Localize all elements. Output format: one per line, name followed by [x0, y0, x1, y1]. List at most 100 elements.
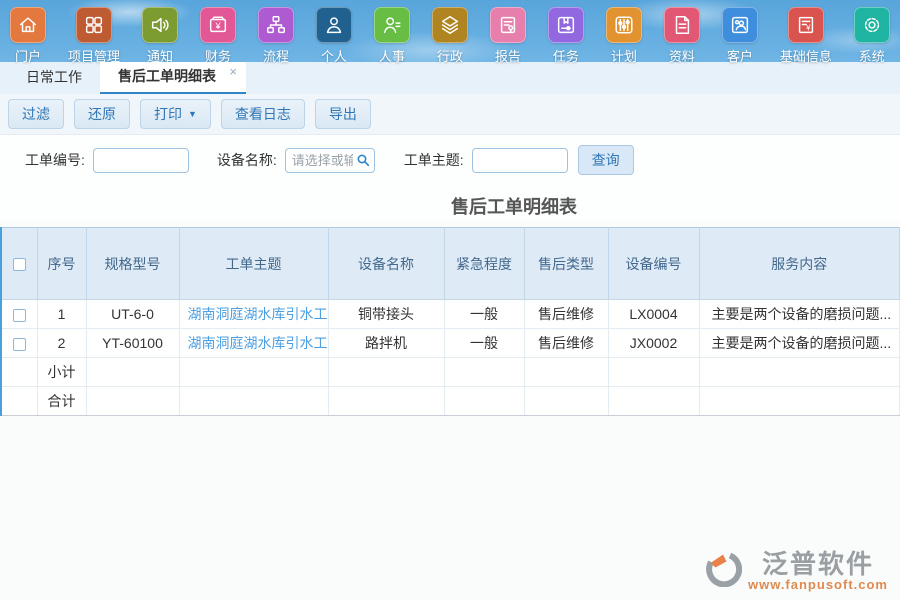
nav-label: 任务 — [553, 46, 579, 65]
home-icon — [10, 7, 46, 43]
nav-item-task[interactable]: 任务 — [548, 7, 584, 65]
project-grid-icon — [76, 7, 112, 43]
device-name-label: 设备名称: — [217, 150, 277, 170]
vendor-watermark: 泛普软件 www.fanpusoft.com — [706, 551, 888, 592]
plan-sliders-icon — [606, 7, 642, 43]
person-icon — [316, 7, 352, 43]
empty-cell — [328, 387, 444, 416]
filter-button[interactable]: 过滤 — [8, 99, 64, 129]
search-icon[interactable] — [355, 152, 371, 168]
gear-icon — [854, 7, 890, 43]
nav-item-admin[interactable]: 行政 — [432, 7, 468, 65]
cell-device-name: 铜带接头 — [328, 300, 444, 329]
nav-label: 个人 — [321, 46, 347, 65]
tab-daily-work[interactable]: 日常工作 — [8, 62, 100, 94]
nav-item-finance[interactable]: ¥ 财务 — [200, 7, 236, 65]
flowchart-icon — [258, 7, 294, 43]
top-nav: 门户 项目管理 通知 ¥ 财务 流程 — [0, 0, 900, 62]
query-button[interactable]: 查询 — [578, 145, 634, 175]
nav-item-plan[interactable]: 计划 — [606, 7, 642, 65]
nav-item-baseinfo[interactable]: ¥ 基础信息 — [780, 7, 832, 65]
cell-no: 2 — [37, 329, 86, 358]
watermark-brand: 泛普软件 — [762, 551, 874, 577]
export-button[interactable]: 导出 — [315, 99, 371, 129]
row-checkbox[interactable] — [13, 309, 26, 322]
empty-cell — [699, 358, 900, 387]
cell-model: UT-6-0 — [86, 300, 179, 329]
tab-aftersales-workorder-detail[interactable]: 售后工单明细表 × — [100, 62, 246, 94]
tab-label: 日常工作 — [26, 69, 82, 85]
nav-label: 客户 — [727, 46, 753, 65]
empty-cell — [608, 358, 699, 387]
total-row: 合计 — [1, 387, 900, 416]
close-icon[interactable]: × — [229, 65, 237, 78]
empty-cell — [1, 358, 37, 387]
nav-label: 人事 — [379, 46, 405, 65]
cell-urgency: 一般 — [444, 300, 524, 329]
watermark-url: www.fanpusoft.com — [748, 577, 888, 592]
nav-item-system[interactable]: 系统 — [854, 7, 890, 65]
col-header-device-name: 设备名称 — [328, 228, 444, 300]
empty-cell — [86, 358, 179, 387]
layers-icon — [432, 7, 468, 43]
nav-item-report[interactable]: 报告 — [490, 7, 526, 65]
table-row: 2 YT-60100 湖南洞庭湖水库引水工03 路拌机 一般 售后维修 JX00… — [1, 329, 900, 358]
workorder-no-input[interactable] — [93, 148, 189, 173]
col-header-device-no: 设备编号 — [608, 228, 699, 300]
col-header-urgency: 紧急程度 — [444, 228, 524, 300]
nav-item-material[interactable]: 资料 — [664, 7, 700, 65]
cell-device-no: JX0002 — [608, 329, 699, 358]
subtotal-row: 小计 — [1, 358, 900, 387]
row-checkbox[interactable] — [13, 338, 26, 351]
svg-text:¥: ¥ — [805, 24, 811, 33]
nav-item-customer[interactable]: 客户 — [722, 7, 758, 65]
print-button[interactable]: 打印▼ — [140, 99, 211, 129]
nav-item-personal[interactable]: 个人 — [316, 7, 352, 65]
nav-item-hr[interactable]: 人事 — [374, 7, 410, 65]
report-title-row: 售后工单明细表 — [0, 185, 900, 221]
nav-item-flow[interactable]: 流程 — [258, 7, 294, 65]
hr-person-list-icon — [374, 7, 410, 43]
nav-item-portal[interactable]: 门户 — [10, 7, 46, 65]
empty-cell — [608, 387, 699, 416]
nav-label: 资料 — [669, 46, 695, 65]
tab-label: 售后工单明细表 — [118, 68, 216, 84]
cell-device-name: 路拌机 — [328, 329, 444, 358]
report-mic-icon — [490, 7, 526, 43]
nav-item-project[interactable]: 项目管理 — [68, 7, 120, 65]
col-header-service-content: 服务内容 — [699, 228, 900, 300]
restore-button[interactable]: 还原 — [74, 99, 130, 129]
view-log-button[interactable]: 查看日志 — [221, 99, 305, 129]
cell-subject-link[interactable]: 湖南洞庭湖水库引水工03 — [179, 300, 328, 329]
app-window: 门户 项目管理 通知 ¥ 财务 流程 — [0, 0, 900, 600]
empty-cell — [179, 387, 328, 416]
empty-cell — [86, 387, 179, 416]
workorder-no-label: 工单编号: — [25, 150, 85, 170]
caret-down-icon: ▼ — [188, 109, 197, 119]
table-row: 1 UT-6-0 湖南洞庭湖水库引水工03 铜带接头 一般 售后维修 LX000… — [1, 300, 900, 329]
col-header-model: 规格型号 — [86, 228, 179, 300]
empty-cell — [444, 358, 524, 387]
total-label-cell: 合计 — [37, 387, 86, 416]
baseinfo-doc-icon: ¥ — [788, 7, 824, 43]
empty-cell — [444, 387, 524, 416]
toolbar: 过滤 还原 打印▼ 查看日志 导出 — [0, 94, 900, 135]
workorder-subject-input[interactable] — [472, 148, 568, 173]
subtotal-label-cell: 小计 — [37, 358, 86, 387]
select-all-checkbox[interactable] — [13, 258, 26, 271]
task-box-icon — [548, 7, 584, 43]
nav-label: 行政 — [437, 46, 463, 65]
document-icon — [664, 7, 700, 43]
fanpu-logo-icon — [706, 551, 742, 592]
speaker-icon — [142, 7, 178, 43]
filter-row: 工单编号: 设备名称: 工单主题: 查询 — [0, 135, 900, 185]
empty-cell — [1, 387, 37, 416]
empty-cell — [179, 358, 328, 387]
empty-cell — [328, 358, 444, 387]
cell-service-content: 主要是两个设备的磨损问题... — [699, 300, 900, 329]
nav-label: 基础信息 — [780, 46, 832, 65]
nav-item-notice[interactable]: 通知 — [142, 7, 178, 65]
cell-urgency: 一般 — [444, 329, 524, 358]
cell-subject-link[interactable]: 湖南洞庭湖水库引水工03 — [179, 329, 328, 358]
row-select-cell — [1, 300, 37, 329]
